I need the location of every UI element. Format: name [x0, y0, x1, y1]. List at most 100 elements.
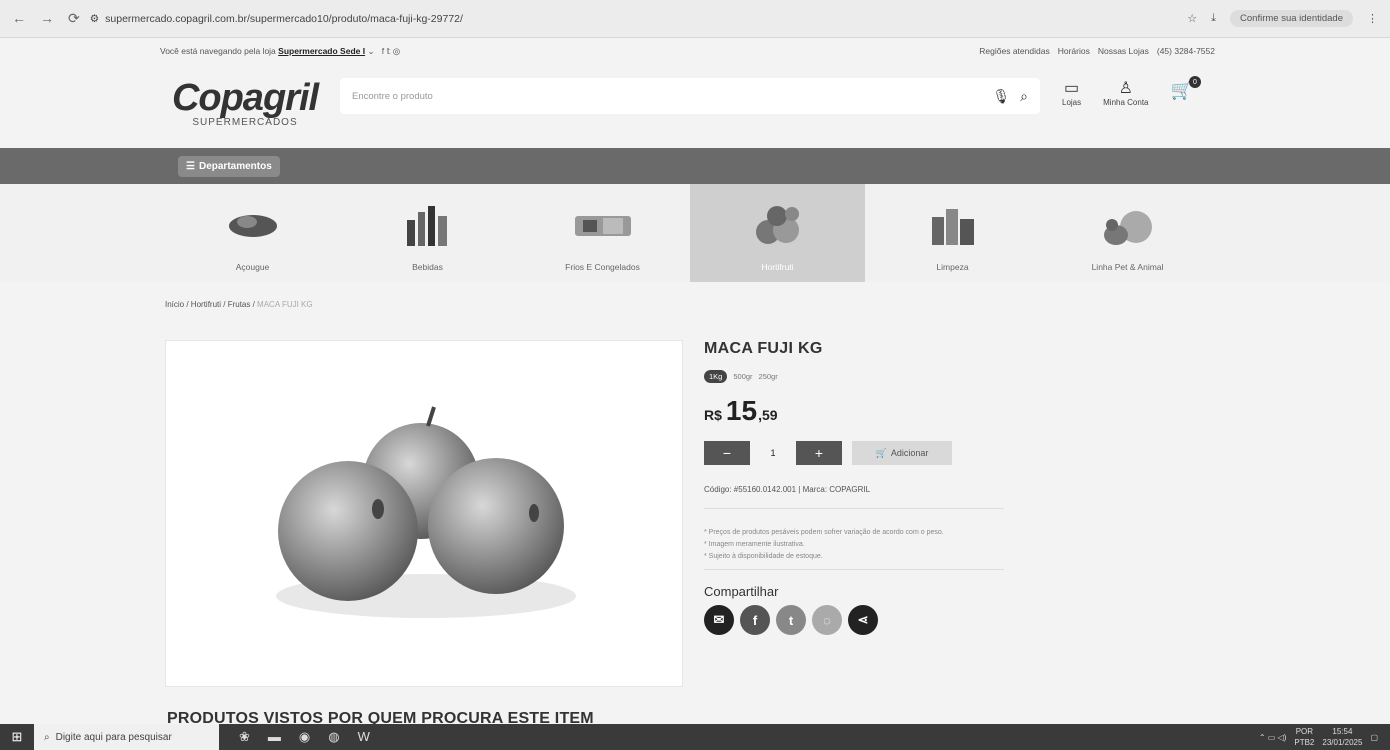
- twitter-share-icon[interactable]: t: [776, 605, 806, 635]
- category-limpeza[interactable]: Limpeza: [865, 184, 1040, 282]
- browser-toolbar: ← → ⟳ ⚙ supermercado.copagril.com.br/sup…: [0, 0, 1390, 38]
- note-image: * Imagem meramente ilustrativa.: [704, 541, 805, 548]
- breadcrumb: Início / Hortifruti / Frutas / MACA FUJI…: [165, 300, 313, 309]
- category-bebidas[interactable]: Bebidas: [340, 184, 515, 282]
- email-share-icon[interactable]: ✉: [704, 605, 734, 635]
- twitter-icon[interactable]: 𝕥: [386, 46, 390, 56]
- category-label: Hortifruti: [761, 262, 794, 272]
- facebook-share-icon[interactable]: f: [740, 605, 770, 635]
- breadcrumb-home[interactable]: Início: [165, 300, 184, 309]
- reload-icon[interactable]: ⟳: [68, 10, 80, 27]
- forward-icon[interactable]: →: [40, 10, 54, 27]
- word-icon[interactable]: W: [358, 729, 370, 745]
- breadcrumb-current: MACA FUJI KG: [257, 300, 313, 309]
- account-button[interactable]: ♙ Minha Conta: [1103, 78, 1148, 107]
- product-price: R$ 15 ,59: [704, 395, 1034, 427]
- instagram-icon[interactable]: ◎: [393, 46, 400, 56]
- logo-name: Copagril: [171, 76, 319, 119]
- category-frios[interactable]: Frios E Congelados: [515, 184, 690, 282]
- breadcrumb-hortifruti[interactable]: Hortifruti: [191, 300, 221, 309]
- download-icon[interactable]: ⤓: [1211, 12, 1216, 25]
- size-option-1kg[interactable]: 1Kg: [704, 370, 728, 383]
- back-icon[interactable]: ←: [12, 10, 26, 27]
- product-code: Código: #55160.0142.001 | Marca: COPAGRI…: [704, 485, 1004, 509]
- user-icon: ♙: [1118, 80, 1133, 97]
- category-strip: Açougue Bebidas Frios E Congelados Horti…: [0, 184, 1390, 282]
- stores-label: Lojas: [1062, 98, 1082, 107]
- increase-quantity-button[interactable]: +: [796, 441, 842, 465]
- clock-date: 23/01/2025: [1322, 738, 1363, 747]
- clock[interactable]: 15:54 23/01/2025: [1322, 726, 1362, 748]
- cart-count-badge: 0: [1188, 76, 1201, 88]
- url-text: supermercado.copagril.com.br/supermercad…: [105, 12, 463, 25]
- notification-icon[interactable]: ▢: [1370, 733, 1378, 742]
- breadcrumb-frutas[interactable]: Frutas: [228, 300, 251, 309]
- site-info-icon[interactable]: ⚙: [90, 13, 99, 25]
- note-stock: * Sujeito à disponibilidade de estoque.: [704, 553, 823, 560]
- category-pet[interactable]: Linha Pet & Animal: [1040, 184, 1215, 282]
- store-selector[interactable]: Supermercado Sede I: [278, 46, 365, 56]
- browser-icon[interactable]: ◉: [299, 729, 310, 745]
- category-hortifruti[interactable]: Hortifruti: [690, 184, 865, 282]
- taskbar-search-input[interactable]: ⌕ Digite aqui para pesquisar: [34, 724, 219, 750]
- decrease-quantity-button[interactable]: −: [704, 441, 750, 465]
- bookmark-star-icon[interactable]: ☆: [1187, 12, 1197, 25]
- product-image[interactable]: [165, 340, 683, 687]
- lang-2: PTB2: [1294, 738, 1315, 747]
- hamburger-icon: ☰: [186, 160, 195, 172]
- departments-bar: ☰ Departamentos: [0, 148, 1390, 184]
- note-weight: * Preços de produtos pesáveis podem sofr…: [704, 529, 944, 536]
- taskbar-app-icon[interactable]: ❀: [239, 729, 250, 745]
- product-notes: * Preços de produtos pesáveis podem sofr…: [704, 527, 1004, 570]
- menu-dots-icon[interactable]: ⋮: [1367, 12, 1378, 25]
- size-selector: 1Kg 500gr 250gr: [704, 370, 1034, 383]
- search-icon[interactable]: ⌕: [1020, 88, 1028, 105]
- category-label: Linha Pet & Animal: [1091, 262, 1164, 272]
- search-icon: ⌕: [44, 731, 50, 743]
- size-option-250gr[interactable]: 250gr: [759, 372, 778, 381]
- language-indicator[interactable]: POR PTB2: [1294, 726, 1314, 748]
- system-tray-icons[interactable]: ⌃ ▭ ◁): [1259, 733, 1287, 742]
- share-icon[interactable]: ⋖: [848, 605, 878, 635]
- category-label: Limpeza: [936, 262, 969, 272]
- windows-taskbar: ⊞ ⌕ Digite aqui para pesquisar ❀ ▬ ◉ ◍ W…: [0, 724, 1390, 750]
- apples-illustration: [276, 406, 576, 618]
- file-explorer-icon[interactable]: ▬: [268, 729, 281, 745]
- add-to-cart-button[interactable]: 🛒 Adicionar: [852, 441, 952, 465]
- link-regions[interactable]: Regiões atendidas: [979, 46, 1049, 56]
- link-phone[interactable]: (45) 3284-7552: [1157, 46, 1215, 56]
- lang-1: POR: [1295, 727, 1314, 736]
- departments-button[interactable]: ☰ Departamentos: [178, 155, 280, 177]
- cart-button[interactable]: 🛒 0: [1170, 76, 1201, 101]
- identity-button[interactable]: Confirme sua identidade: [1230, 10, 1353, 27]
- category-label: Frios E Congelados: [565, 262, 640, 272]
- whatsapp-share-icon[interactable]: ◌: [812, 605, 842, 635]
- address-bar[interactable]: ⚙ supermercado.copagril.com.br/supermerc…: [90, 13, 1188, 25]
- stores-button[interactable]: ▭ Lojas: [1062, 78, 1081, 107]
- quantity-value[interactable]: 1: [760, 448, 786, 458]
- size-option-500gr[interactable]: 500gr: [733, 372, 752, 381]
- search-input[interactable]: Encontre o produto 🎙 ⌕: [340, 78, 1040, 114]
- clock-time: 15:54: [1332, 727, 1353, 736]
- price-decimal: ,59: [758, 407, 778, 423]
- category-label: Açougue: [235, 262, 270, 272]
- bottles-icon: [398, 202, 458, 248]
- facebook-icon[interactable]: f: [382, 46, 384, 56]
- share-buttons: ✉ f t ◌ ⋖: [704, 605, 1034, 635]
- chevron-down-icon[interactable]: ⌄: [367, 46, 374, 56]
- store-prefix: Você está navegando pela loja: [160, 45, 276, 56]
- logo[interactable]: Copagril SUPERMERCADOS: [170, 79, 320, 128]
- cold-cuts-icon: [573, 202, 633, 248]
- category-label: Bebidas: [412, 262, 443, 272]
- category-acougue[interactable]: Açougue: [165, 184, 340, 282]
- quantity-stepper: − 1 + 🛒 Adicionar: [704, 441, 1034, 465]
- link-hours[interactable]: Horários: [1058, 46, 1090, 56]
- microphone-icon[interactable]: 🎙: [992, 88, 1010, 105]
- price-currency: R$: [704, 407, 722, 423]
- windows-start-icon[interactable]: ⊞: [0, 724, 34, 750]
- firefox-icon[interactable]: ◍: [328, 729, 339, 745]
- taskbar-search-placeholder: Digite aqui para pesquisar: [55, 731, 172, 743]
- search-placeholder: Encontre o produto: [352, 90, 433, 102]
- link-stores[interactable]: Nossas Lojas: [1098, 46, 1149, 56]
- product-title: MACA FUJI KG: [704, 340, 823, 357]
